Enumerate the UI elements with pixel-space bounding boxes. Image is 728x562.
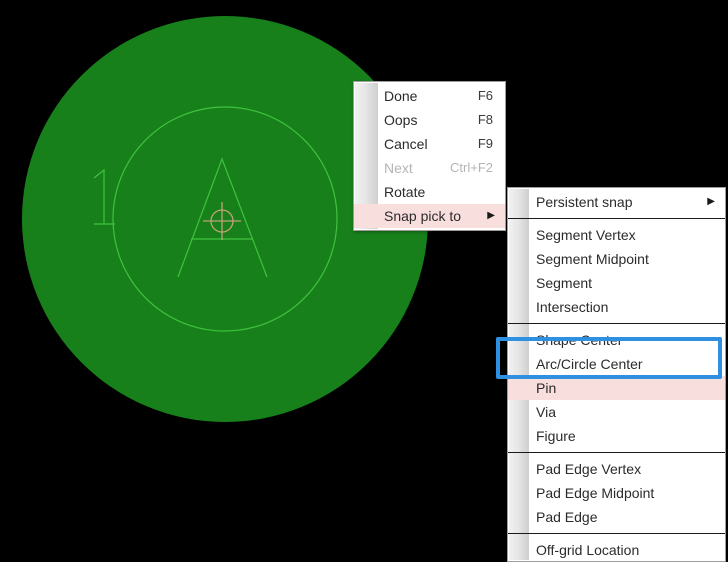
menu-separator bbox=[508, 323, 725, 324]
submenu-item-label: Off-grid Location bbox=[536, 542, 640, 558]
menu-item-label: Oops bbox=[384, 112, 418, 128]
menu-separator bbox=[508, 218, 725, 219]
menu-item-shortcut: F8 bbox=[477, 112, 493, 127]
menu-separator bbox=[508, 533, 725, 534]
submenu-item-label: Segment Midpoint bbox=[536, 251, 649, 267]
menu-item-next: Next Ctrl+F2 bbox=[354, 156, 505, 180]
menu-item-shortcut: F9 bbox=[477, 136, 493, 151]
menu-item-label: Snap pick to bbox=[384, 208, 462, 224]
editor-context-menu[interactable]: Done F6 Oops F8 Cancel F9 Next Ctrl+F2 R… bbox=[353, 81, 506, 231]
submenu-item-segment[interactable]: Segment bbox=[508, 271, 725, 295]
menu-item-snap-pick-to[interactable]: Snap pick to ▶ bbox=[354, 204, 505, 228]
submenu-item-label: Pad Edge Midpoint bbox=[536, 485, 655, 501]
submenu-item-segment-vertex[interactable]: Segment Vertex bbox=[508, 223, 725, 247]
menu-item-shortcut: Ctrl+F2 bbox=[450, 160, 493, 175]
submenu-item-arc-circle-center[interactable]: Arc/Circle Center bbox=[508, 352, 725, 376]
submenu-arrow-icon: ▶ bbox=[487, 210, 495, 221]
submenu-item-figure[interactable]: Figure bbox=[508, 424, 725, 448]
submenu-item-pad-edge-vertex[interactable]: Pad Edge Vertex bbox=[508, 457, 725, 481]
menu-item-label: Done bbox=[384, 88, 418, 104]
submenu-item-pad-edge-midpoint[interactable]: Pad Edge Midpoint bbox=[508, 481, 725, 505]
submenu-item-label: Via bbox=[536, 404, 556, 420]
submenu-item-label: Segment bbox=[536, 275, 593, 291]
submenu-item-persistent-snap[interactable]: Persistent snap ▶ bbox=[508, 190, 725, 214]
menu-item-done[interactable]: Done F6 bbox=[354, 84, 505, 108]
submenu-item-off-grid-location[interactable]: Off-grid Location bbox=[508, 538, 725, 561]
submenu-item-label: Shape Center bbox=[536, 332, 623, 348]
submenu-item-label: Arc/Circle Center bbox=[536, 356, 643, 372]
submenu-item-label: Pad Edge bbox=[536, 509, 598, 525]
submenu-item-label: Pin bbox=[536, 380, 557, 396]
submenu-item-shape-center[interactable]: Shape Center bbox=[508, 328, 725, 352]
menu-item-rotate[interactable]: Rotate bbox=[354, 180, 505, 204]
menu-item-label: Next bbox=[384, 160, 413, 176]
submenu-item-label: Segment Vertex bbox=[536, 227, 636, 243]
submenu-item-via[interactable]: Via bbox=[508, 400, 725, 424]
submenu-item-label: Pad Edge Vertex bbox=[536, 461, 642, 477]
submenu-item-label: Persistent snap bbox=[536, 194, 633, 210]
menu-item-oops[interactable]: Oops F8 bbox=[354, 108, 505, 132]
submenu-item-pad-edge[interactable]: Pad Edge bbox=[508, 505, 725, 529]
menu-item-label: Cancel bbox=[384, 136, 428, 152]
menu-item-shortcut: F6 bbox=[477, 88, 493, 103]
submenu-item-pin[interactable]: Pin bbox=[508, 376, 725, 400]
submenu-item-intersection[interactable]: Intersection bbox=[508, 295, 725, 319]
submenu-item-label: Intersection bbox=[536, 299, 609, 315]
menu-item-label: Rotate bbox=[384, 184, 426, 200]
snap-pick-to-submenu[interactable]: Persistent snap ▶ Segment Vertex Segment… bbox=[507, 187, 726, 562]
menu-items-list: Done F6 Oops F8 Cancel F9 Next Ctrl+F2 R… bbox=[354, 84, 505, 228]
submenu-item-label: Figure bbox=[536, 428, 576, 444]
submenu-arrow-icon: ▶ bbox=[707, 196, 715, 207]
menu-separator bbox=[508, 452, 725, 453]
submenu-items-list: Persistent snap ▶ Segment Vertex Segment… bbox=[508, 190, 725, 561]
submenu-item-segment-midpoint[interactable]: Segment Midpoint bbox=[508, 247, 725, 271]
menu-item-cancel[interactable]: Cancel F9 bbox=[354, 132, 505, 156]
